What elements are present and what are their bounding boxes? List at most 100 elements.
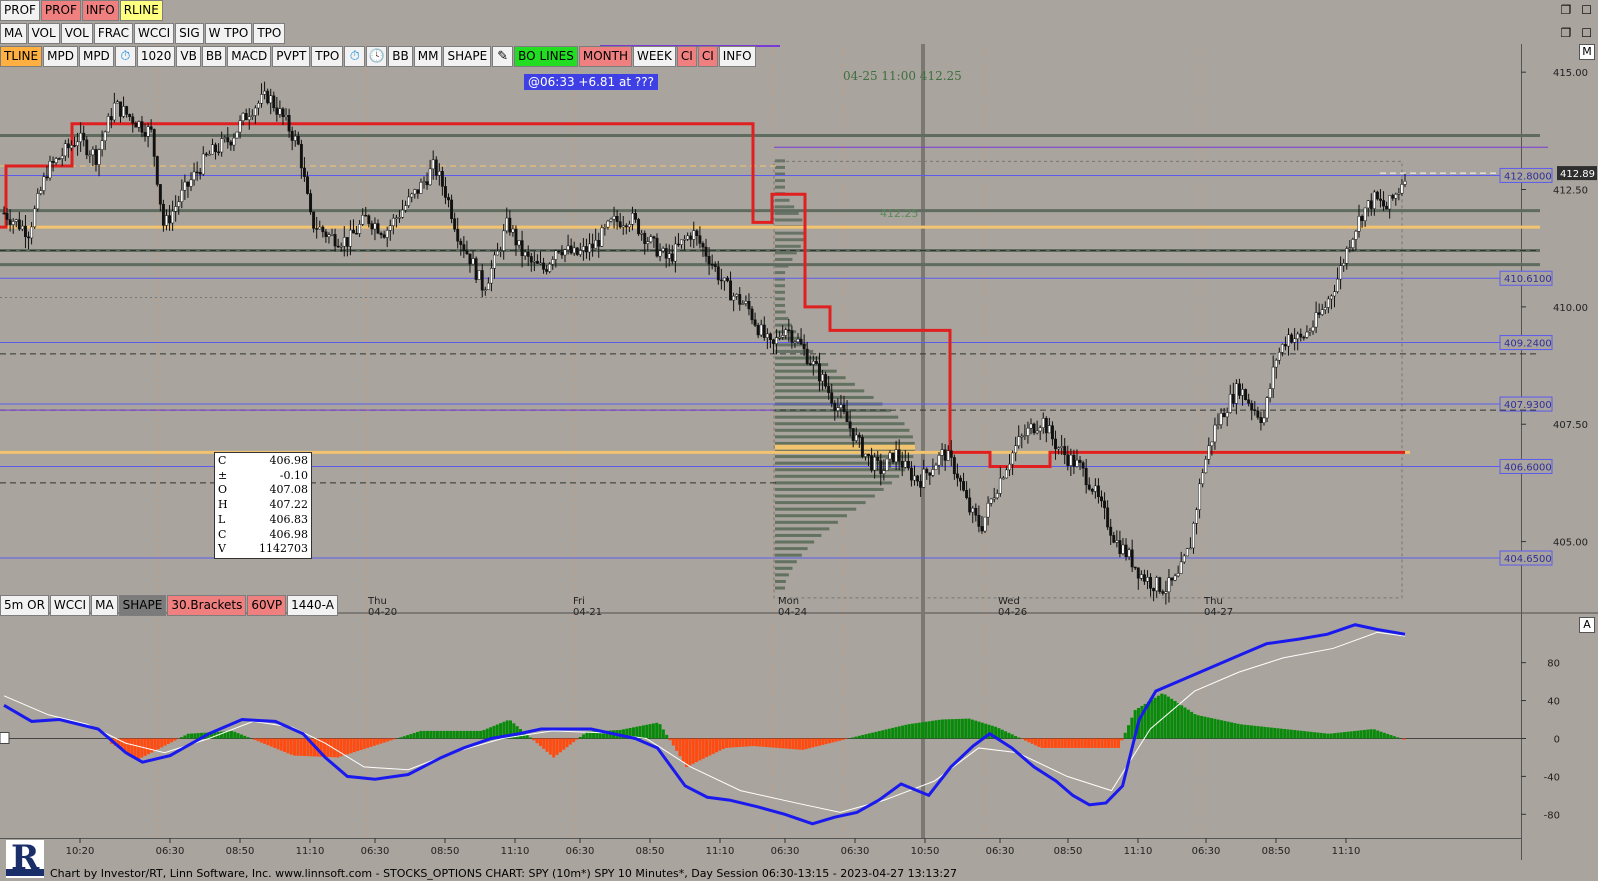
histogram-bar (688, 738, 692, 766)
histogram-bar (236, 733, 240, 739)
toolbar-button-bo-lines[interactable]: BO LINES (514, 46, 578, 67)
toolbar-button-month[interactable]: MONTH (578, 46, 632, 67)
toolbar-button-info[interactable]: INFO (718, 46, 756, 67)
toolbar-button-tpo[interactable]: TPO (253, 23, 286, 44)
candle-body (959, 477, 962, 482)
candle-body (1014, 445, 1018, 454)
candle-body (382, 234, 386, 238)
toolbar-button-w-tpo[interactable]: W TPO (204, 23, 253, 44)
toolbar-button-pvpt[interactable]: PVPT (272, 46, 311, 67)
toolbar-button-ma[interactable]: MA (0, 23, 27, 44)
restore-icon[interactable]: ❐ (1560, 23, 1571, 44)
candle-body (24, 225, 27, 238)
volume-profile-bar (775, 244, 801, 248)
candle-body (618, 221, 622, 228)
candle-body (913, 475, 916, 481)
price-chart[interactable]: 412.8000 410.6100 409.2400 407.9300 406.6000… (0, 0, 1598, 881)
toolbar-button-macd[interactable]: MACD (227, 46, 272, 67)
toolbar-button-ma[interactable]: MA (91, 595, 118, 616)
ohlc-key: C (218, 454, 227, 467)
stopwatch-icon[interactable]: ⏱ (344, 46, 366, 67)
day-label: Thu (1203, 596, 1223, 607)
toolbar-button-rline[interactable]: RLINE (119, 0, 163, 21)
maximize-icon[interactable]: ☐ (1581, 23, 1592, 44)
toolbar-button-mpd[interactable]: MPD (78, 46, 114, 67)
toolbar-button-mm[interactable]: MM (413, 46, 443, 67)
histogram-bar (1077, 738, 1081, 748)
candle-body (827, 386, 831, 393)
toolbar-button-ci[interactable]: CI (676, 46, 697, 67)
candle-body (658, 250, 662, 257)
histogram-bar (160, 738, 164, 748)
time-tick-label: 06:30 (566, 846, 595, 857)
toolbar-button-bb[interactable]: BB (388, 46, 413, 67)
candle-body (1379, 198, 1382, 201)
indicator-tick-label: 80 (1547, 659, 1560, 670)
toolbar-button-week[interactable]: WEEK (632, 46, 676, 67)
toolbar-button-tline[interactable]: TLINE (0, 46, 43, 67)
histogram-bar (455, 730, 459, 739)
toolbar-button-tpo[interactable]: TPO (311, 46, 344, 67)
histogram-bar (1100, 738, 1104, 748)
toolbar-button-5m-or[interactable]: 5m OR (0, 595, 49, 616)
toolbar-button-1440-a[interactable]: 1440-A (287, 595, 338, 616)
candle-body (627, 224, 631, 228)
chart-window: 412.8000 410.6100 409.2400 407.9300 406.6000… (0, 0, 1598, 881)
histogram-bar (535, 738, 539, 744)
candle-body (376, 223, 380, 234)
toolbar-button-60vp[interactable]: 60VP (247, 595, 287, 616)
pencil-icon[interactable]: ✎ (492, 46, 514, 67)
candle-body (1087, 484, 1091, 490)
volume-profile-bar (775, 317, 789, 321)
toolbar-button-mpd[interactable]: MPD (43, 46, 78, 67)
histogram-bar (572, 738, 576, 743)
toolbar-button-prof[interactable]: PROF (0, 0, 40, 21)
histogram-bar (1050, 738, 1054, 748)
candle-body (1287, 334, 1290, 347)
stopwatch-icon[interactable]: ⏱ (114, 46, 136, 67)
volume-profile-bar (775, 257, 793, 261)
toolbar-button-prof[interactable]: PROF (40, 0, 81, 21)
toolbar-button-vol[interactable]: VOL (27, 23, 60, 44)
price-tick-label: 407.50 (1553, 420, 1588, 431)
candle-body (1093, 485, 1097, 492)
toolbar-button-info[interactable]: INFO (81, 0, 119, 21)
toolbar-button-shape[interactable]: SHAPE (443, 46, 492, 67)
volume-profile-bar (775, 428, 910, 432)
main-pane-tag[interactable]: M (1579, 44, 1595, 60)
toolbar-button-ci[interactable]: CI (697, 46, 718, 67)
candle-body (27, 236, 30, 239)
toolbar-button-bb[interactable]: BB (201, 46, 227, 67)
histogram-bar (741, 738, 745, 747)
toolbar-button-1020[interactable]: 1020 (136, 46, 176, 67)
histogram-bar (1007, 732, 1011, 739)
toolbar-button-vb[interactable]: VB (176, 46, 201, 67)
indicator-pane-tag[interactable]: A (1579, 617, 1595, 633)
toolbar-button-vol[interactable]: VOL (60, 23, 93, 44)
toolbar-button-sig[interactable]: SIG (175, 23, 204, 44)
histogram-bar (126, 738, 130, 754)
histogram-bar (708, 738, 712, 756)
toolbar-button-30-brackets[interactable]: 30.Brackets (167, 595, 247, 616)
histogram-bar (728, 738, 732, 748)
candle-body (1032, 423, 1036, 434)
toolbar-button-shape[interactable]: SHAPE (118, 595, 167, 616)
restore-icon[interactable]: ❐ (1560, 0, 1571, 21)
toolbar-button-wcci[interactable]: WCCI (133, 23, 175, 44)
maximize-icon[interactable]: ☐ (1581, 0, 1592, 21)
toolbar-button-frac[interactable]: FRAC (93, 23, 133, 44)
candle-body (566, 245, 570, 250)
histogram-bar (376, 738, 380, 745)
histogram-bar (944, 719, 948, 739)
clock-icon[interactable]: 🕓 (366, 46, 388, 67)
candle-body (569, 245, 573, 254)
candle-body (486, 282, 490, 290)
day-label: Mon (778, 596, 799, 607)
histogram-bar (266, 738, 270, 746)
toolbar-button-wcci[interactable]: WCCI (49, 595, 91, 616)
histogram-bar (1326, 733, 1330, 739)
candle-body (1066, 454, 1070, 466)
candle-body (183, 181, 187, 191)
histogram-bar (950, 719, 954, 739)
candle-body (811, 361, 815, 365)
